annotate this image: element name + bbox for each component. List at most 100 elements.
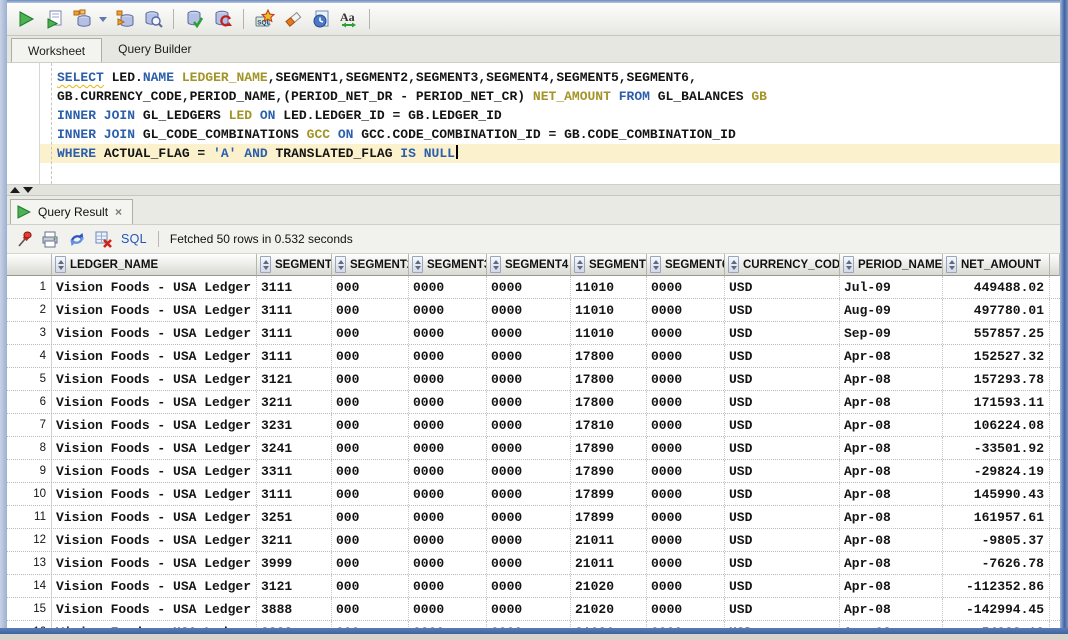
cell[interactable]: 557857.25 <box>943 322 1050 344</box>
cell[interactable]: USD <box>725 391 840 413</box>
splitter-up-icon[interactable] <box>10 187 20 193</box>
cell[interactable]: 3211 <box>257 529 332 551</box>
cell[interactable]: 0000 <box>647 391 725 413</box>
cell[interactable]: 21021 <box>571 621 647 628</box>
cell[interactable]: 000 <box>332 322 409 344</box>
code-line[interactable]: SELECT LED.NAME LEDGER_NAME,SEGMENT1,SEG… <box>40 68 1060 87</box>
cell[interactable]: 000 <box>332 460 409 482</box>
autotrace-dropdown-caret[interactable] <box>99 17 107 22</box>
table-row[interactable]: 1Vision Foods - USA Ledger31110000000000… <box>7 276 1060 299</box>
cell[interactable]: 17899 <box>571 506 647 528</box>
cell[interactable]: USD <box>725 276 840 298</box>
cell[interactable]: 17800 <box>571 368 647 390</box>
cell[interactable]: USD <box>725 575 840 597</box>
clear-button[interactable] <box>280 7 305 32</box>
cell[interactable]: 000 <box>332 299 409 321</box>
cell[interactable]: Vision Foods - USA Ledger <box>52 506 257 528</box>
cell[interactable]: Apr-08 <box>840 414 943 436</box>
cell[interactable]: Apr-08 <box>840 391 943 413</box>
cell[interactable]: 0000 <box>487 483 571 505</box>
cell[interactable]: 3241 <box>257 437 332 459</box>
cell[interactable]: 0000 <box>647 529 725 551</box>
table-row[interactable]: 8Vision Foods - USA Ledger32410000000000… <box>7 437 1060 460</box>
cell[interactable]: USD <box>725 529 840 551</box>
cell[interactable]: USD <box>725 322 840 344</box>
table-row[interactable]: 7Vision Foods - USA Ledger32310000000000… <box>7 414 1060 437</box>
cell[interactable]: 0000 <box>409 552 487 574</box>
column-header-ledger_name[interactable]: LEDGER_NAME <box>52 254 257 276</box>
cell[interactable]: 000 <box>332 414 409 436</box>
table-row[interactable]: 15Vision Foods - USA Ledger3888000000000… <box>7 598 1060 621</box>
cell[interactable]: 21020 <box>571 598 647 620</box>
cell[interactable]: Vision Foods - USA Ledger <box>52 621 257 628</box>
cell[interactable]: 000 <box>332 575 409 597</box>
cell[interactable]: Vision Foods - USA Ledger <box>52 460 257 482</box>
column-header-segment6[interactable]: SEGMENT6 <box>647 254 725 276</box>
column-header-currency_code[interactable]: CURRENCY_CODE <box>725 254 840 276</box>
cell[interactable]: Sep-09 <box>840 322 943 344</box>
cell[interactable]: Vision Foods - USA Ledger <box>52 437 257 459</box>
cell[interactable]: 3888 <box>257 598 332 620</box>
cell[interactable]: 0000 <box>409 598 487 620</box>
cell[interactable]: 0000 <box>647 437 725 459</box>
cell[interactable]: 0000 <box>409 437 487 459</box>
print-icon[interactable] <box>40 230 60 248</box>
close-icon[interactable]: × <box>115 206 122 218</box>
cell[interactable]: 0000 <box>647 506 725 528</box>
sql-editor[interactable]: SELECT LED.NAME LEDGER_NAME,SEGMENT1,SEG… <box>7 63 1060 185</box>
table-row[interactable]: 2Vision Foods - USA Ledger31110000000000… <box>7 299 1060 322</box>
table-row[interactable]: 10Vision Foods - USA Ledger3111000000000… <box>7 483 1060 506</box>
cell[interactable]: 161957.61 <box>943 506 1050 528</box>
cell[interactable]: 0000 <box>409 460 487 482</box>
cell[interactable]: 3111 <box>257 299 332 321</box>
cell[interactable]: Apr-08 <box>840 437 943 459</box>
table-row[interactable]: 11Vision Foods - USA Ledger3251000000000… <box>7 506 1060 529</box>
cell[interactable]: USD <box>725 621 840 628</box>
cell[interactable]: 21011 <box>571 552 647 574</box>
tab-query-builder[interactable]: Query Builder <box>102 36 207 62</box>
table-row[interactable]: 16Vision Foods - USA Ledger3888000000000… <box>7 621 1060 628</box>
cell[interactable]: USD <box>725 299 840 321</box>
column-header-period_name[interactable]: PERIOD_NAME <box>840 254 943 276</box>
table-row[interactable]: 9Vision Foods - USA Ledger33110000000000… <box>7 460 1060 483</box>
cell[interactable]: Vision Foods - USA Ledger <box>52 299 257 321</box>
cell[interactable]: 0000 <box>409 483 487 505</box>
cell[interactable]: 3121 <box>257 368 332 390</box>
cell[interactable]: 0000 <box>647 414 725 436</box>
cell[interactable]: Vision Foods - USA Ledger <box>52 345 257 367</box>
pin-icon[interactable] <box>15 230 33 248</box>
cell[interactable]: 0000 <box>647 276 725 298</box>
tab-query-result[interactable]: Query Result × <box>10 199 133 224</box>
cell[interactable]: Vision Foods - USA Ledger <box>52 368 257 390</box>
cell[interactable]: 152527.32 <box>943 345 1050 367</box>
cell[interactable]: 17810 <box>571 414 647 436</box>
cell[interactable]: 3111 <box>257 483 332 505</box>
table-row[interactable]: 14Vision Foods - USA Ledger3121000000000… <box>7 575 1060 598</box>
cell[interactable]: 3999 <box>257 552 332 574</box>
cell[interactable]: 0000 <box>487 506 571 528</box>
cell[interactable]: 0000 <box>487 368 571 390</box>
row-number-cell[interactable]: 5 <box>7 368 52 390</box>
cell[interactable]: 3111 <box>257 322 332 344</box>
cell[interactable]: Vision Foods - USA Ledger <box>52 575 257 597</box>
cell[interactable]: 0000 <box>647 345 725 367</box>
cell[interactable]: -142994.45 <box>943 598 1050 620</box>
cell[interactable]: 0000 <box>487 575 571 597</box>
row-number-cell[interactable]: 6 <box>7 391 52 413</box>
cell[interactable]: Vision Foods - USA Ledger <box>52 322 257 344</box>
row-number-cell[interactable]: 11 <box>7 506 52 528</box>
table-row[interactable]: 6Vision Foods - USA Ledger32110000000000… <box>7 391 1060 414</box>
rollback-button[interactable] <box>210 7 235 32</box>
cell[interactable]: -7626.78 <box>943 552 1050 574</box>
row-number-cell[interactable]: 2 <box>7 299 52 321</box>
code-line[interactable]: INNER JOIN GL_LEDGERS LED ON LED.LEDGER_… <box>40 106 1060 125</box>
cell[interactable]: Vision Foods - USA Ledger <box>52 552 257 574</box>
cell[interactable]: 0000 <box>409 345 487 367</box>
cell[interactable]: 3111 <box>257 276 332 298</box>
cell[interactable]: 11010 <box>571 276 647 298</box>
run-script-button[interactable] <box>41 7 66 32</box>
cell[interactable]: 3111 <box>257 345 332 367</box>
cell[interactable]: 000 <box>332 345 409 367</box>
cell[interactable]: USD <box>725 414 840 436</box>
column-header-segment1[interactable]: SEGMENT1 <box>257 254 332 276</box>
